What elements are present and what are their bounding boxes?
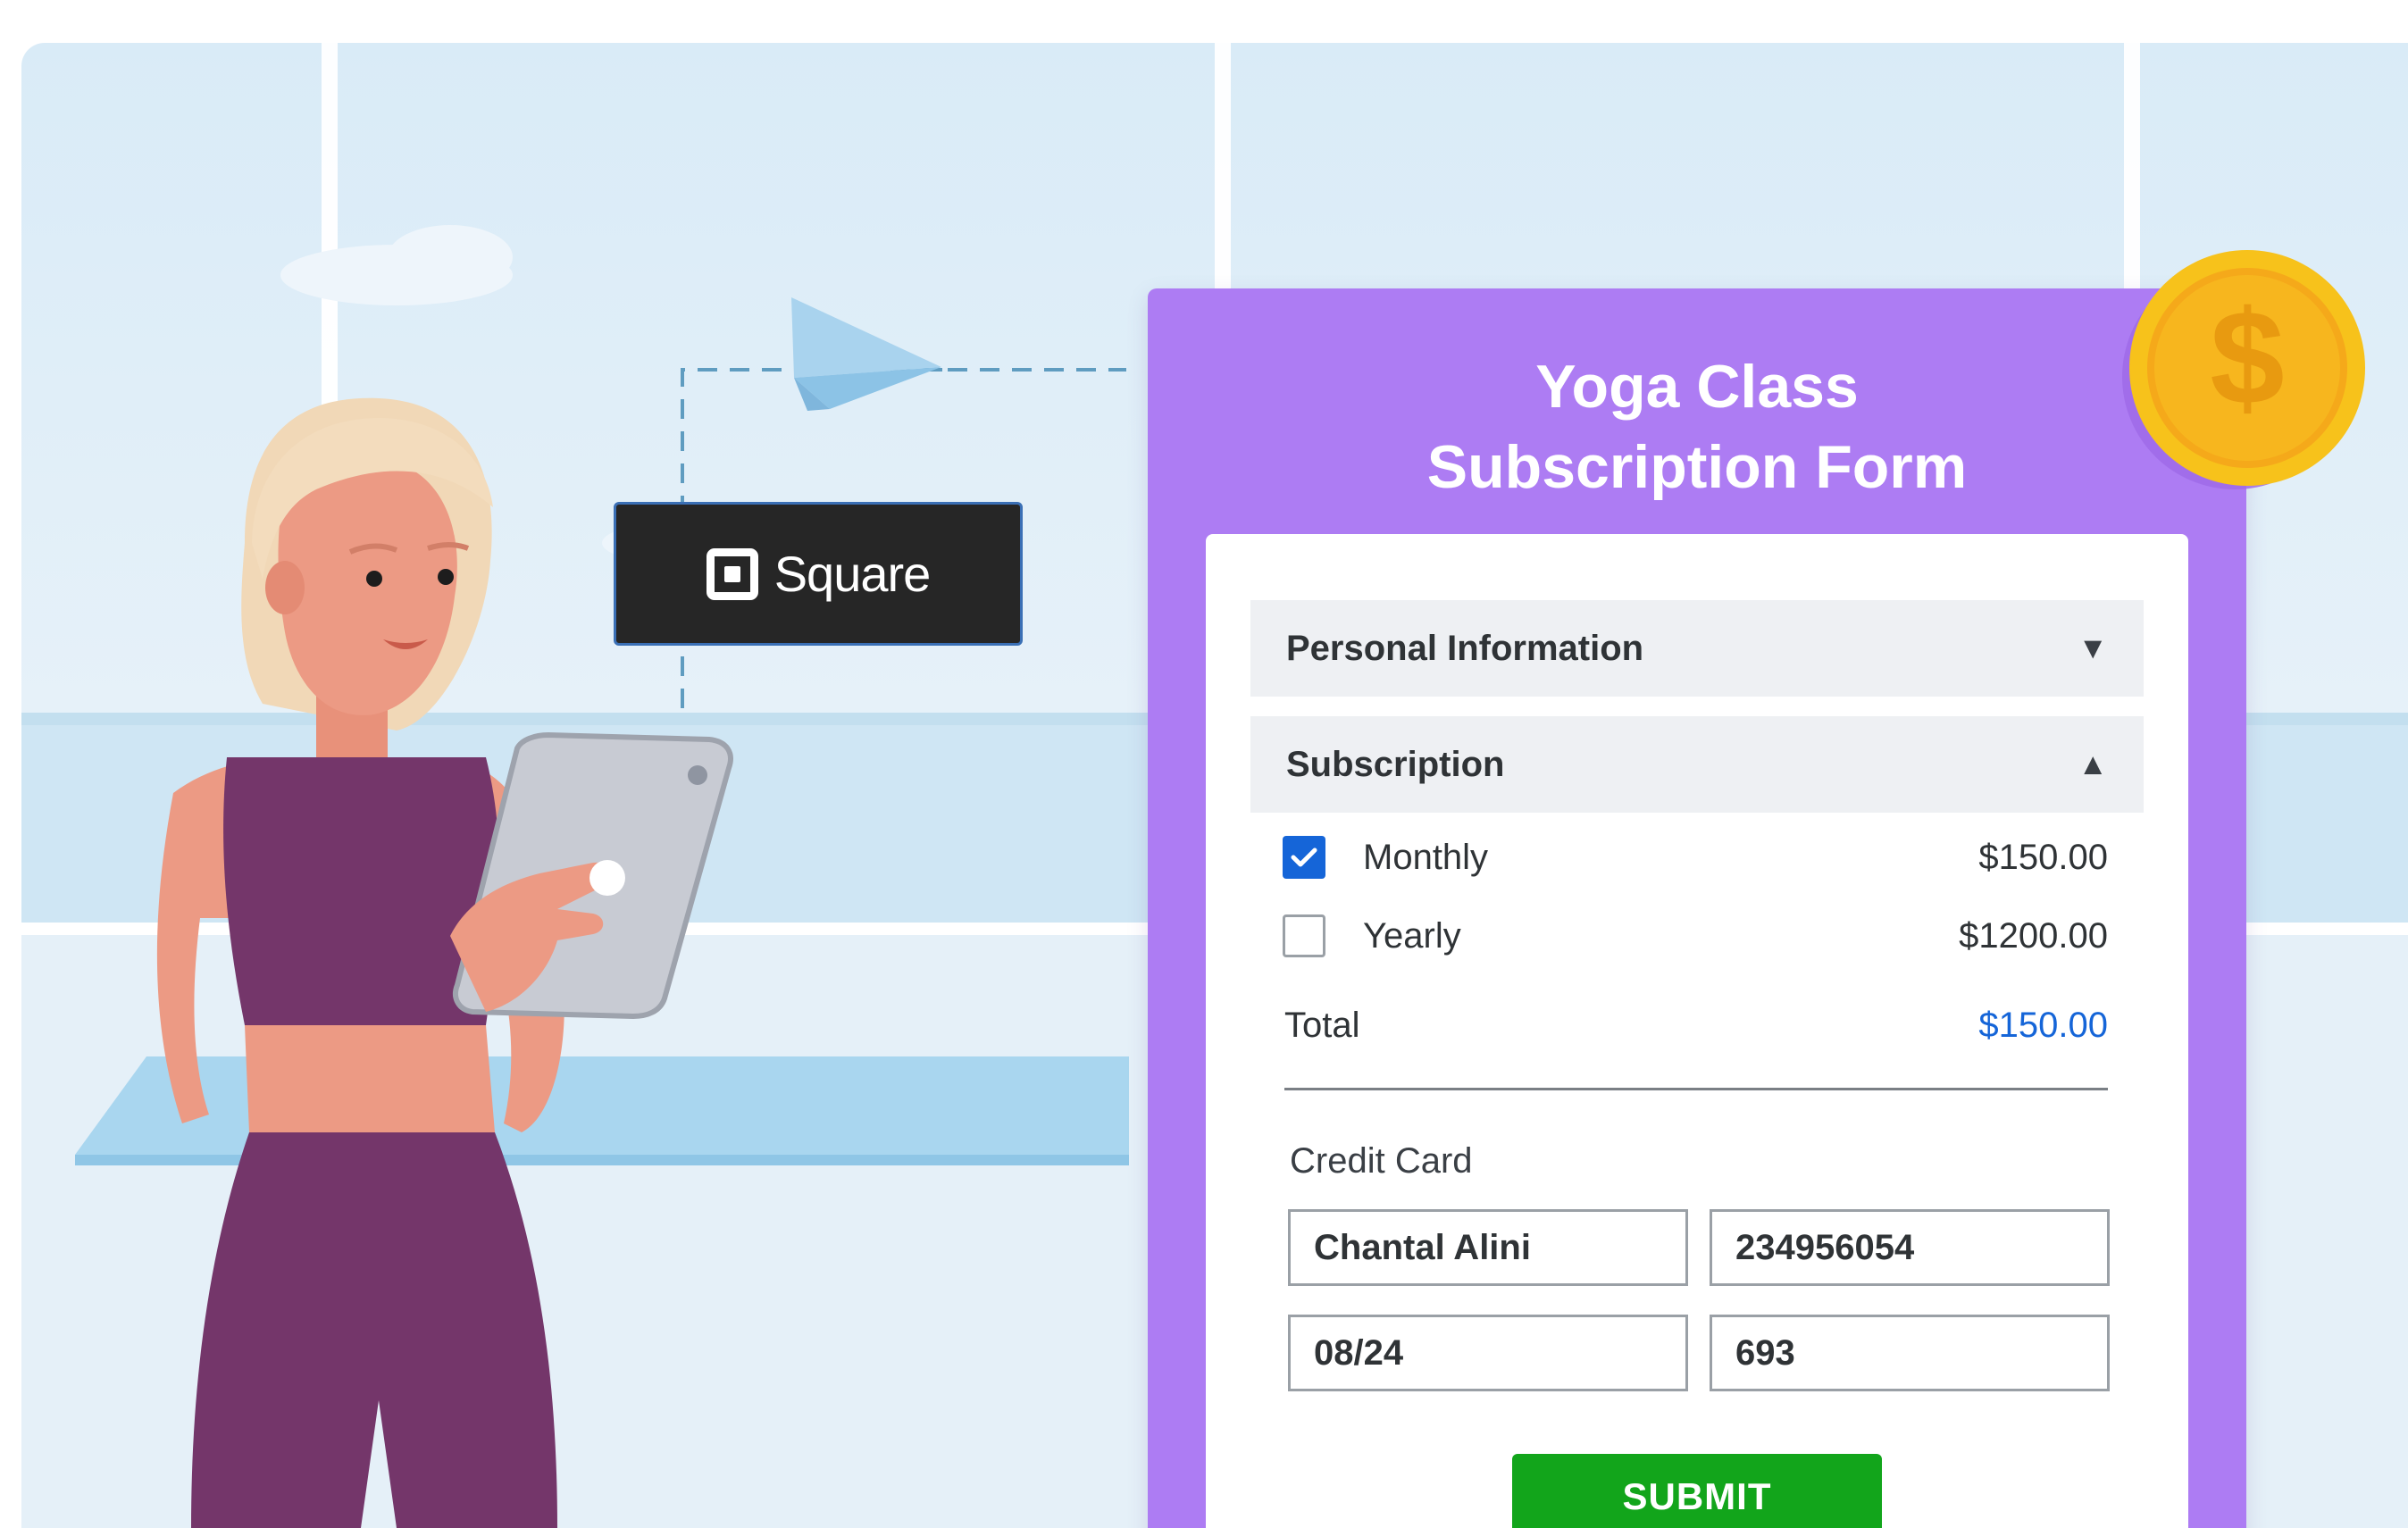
chevron-down-icon: ▼	[2078, 630, 2108, 665]
yearly-label: Yearly	[1363, 915, 1461, 956]
subscription-form-panel: Yoga Class Subscription Form Personal In…	[1148, 288, 2246, 1528]
card-number-field[interactable]: 234956054	[1710, 1209, 2110, 1286]
square-badge: Square	[614, 502, 1023, 646]
monthly-checkbox[interactable]	[1283, 836, 1325, 879]
checkmark-icon	[1291, 847, 1317, 867]
coin-symbol: $	[2210, 282, 2284, 432]
form-card: Personal Information ▼ Subscription ▲ Mo…	[1206, 534, 2188, 1528]
card-cvv-field[interactable]: 693	[1710, 1315, 2110, 1391]
square-brand-name: Square	[773, 546, 932, 602]
form-title: Yoga Class Subscription Form	[1148, 347, 2246, 507]
form-title-line1: Yoga Class	[1535, 353, 1859, 421]
accordion-personal-information[interactable]: Personal Information ▼	[1250, 600, 2144, 697]
cardholder-name-field[interactable]: Chantal Alini	[1288, 1209, 1688, 1286]
accordion-personal-label: Personal Information	[1286, 628, 1644, 668]
paper-plane-icon	[791, 297, 941, 411]
yearly-checkbox[interactable]	[1283, 914, 1325, 957]
plan-option-yearly: Yearly $1200.00	[1250, 909, 2144, 963]
card-expiry-field[interactable]: 08/24	[1288, 1315, 1688, 1391]
monthly-price: $150.00	[1978, 837, 2108, 877]
total-label: Total	[1284, 1005, 1360, 1045]
accordion-subscription[interactable]: Subscription ▲	[1250, 716, 2144, 813]
form-title-line2: Subscription Form	[1426, 433, 1968, 501]
plan-option-monthly: Monthly $150.00	[1250, 831, 2144, 884]
square-logo-icon	[706, 547, 758, 600]
total-value: $150.00	[1978, 1005, 2108, 1045]
total-row: Total $150.00	[1284, 998, 2108, 1090]
yearly-price: $1200.00	[1959, 915, 2108, 956]
accordion-subscription-label: Subscription	[1286, 744, 1505, 784]
monthly-label: Monthly	[1363, 837, 1489, 877]
dollar-coin-icon: $	[2122, 250, 2365, 489]
credit-card-label: Credit Card	[1290, 1141, 1473, 1181]
submit-button[interactable]: SUBMIT	[1512, 1454, 1882, 1528]
illustration-scene: Square Yoga Class Subscription Form Pers…	[21, 43, 2408, 1528]
chevron-up-icon: ▲	[2078, 747, 2108, 781]
